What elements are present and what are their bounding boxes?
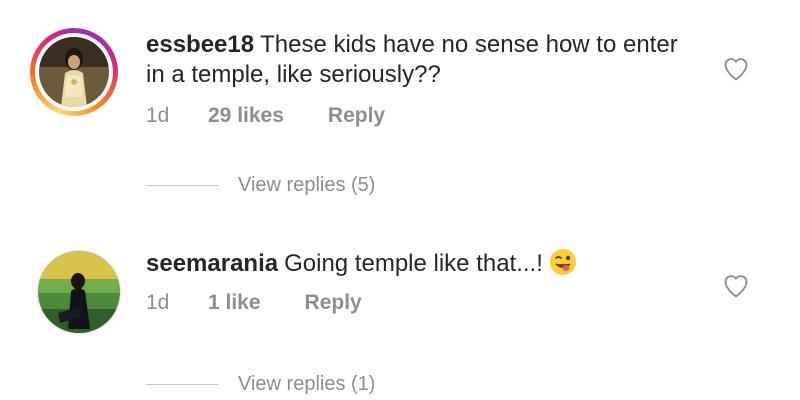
divider-line — [146, 384, 218, 385]
comment-text: seemarania Going temple like that...! — [146, 248, 686, 279]
comment-body: Going temple like that...! — [284, 250, 543, 277]
reply-button[interactable]: Reply — [305, 291, 362, 315]
comment-meta: 1d 1 like Reply — [146, 291, 362, 315]
comment-text: essbee18 These kids have no sense how to … — [146, 30, 686, 90]
heart-icon[interactable] — [722, 55, 750, 83]
avatar[interactable] — [39, 37, 109, 107]
timestamp: 1d — [146, 104, 170, 127]
username[interactable]: seemarania — [146, 250, 278, 277]
view-replies-label[interactable]: View replies (5) — [238, 174, 375, 197]
likes-count[interactable]: 29 likes — [208, 104, 284, 128]
avatar-story-ring[interactable] — [30, 28, 118, 116]
avatar[interactable] — [37, 250, 121, 334]
likes-count[interactable]: 1 like — [208, 291, 261, 315]
reply-button[interactable]: Reply — [328, 104, 385, 128]
username[interactable]: essbee18 — [146, 31, 254, 58]
view-replies[interactable]: View replies (5) — [146, 174, 375, 197]
comment-meta: 1d 29 likes Reply — [146, 104, 385, 128]
comment-item: seemarania Going temple like that...! 1d … — [0, 205, 800, 400]
winking-tongue-emoji-icon — [549, 249, 576, 275]
view-replies[interactable]: View replies (1) — [146, 373, 375, 396]
divider-line — [146, 185, 218, 186]
comment-item: essbee18 These kids have no sense how to … — [0, 0, 800, 200]
timestamp: 1d — [146, 291, 170, 314]
view-replies-label[interactable]: View replies (1) — [238, 373, 375, 396]
heart-icon[interactable] — [722, 272, 750, 300]
